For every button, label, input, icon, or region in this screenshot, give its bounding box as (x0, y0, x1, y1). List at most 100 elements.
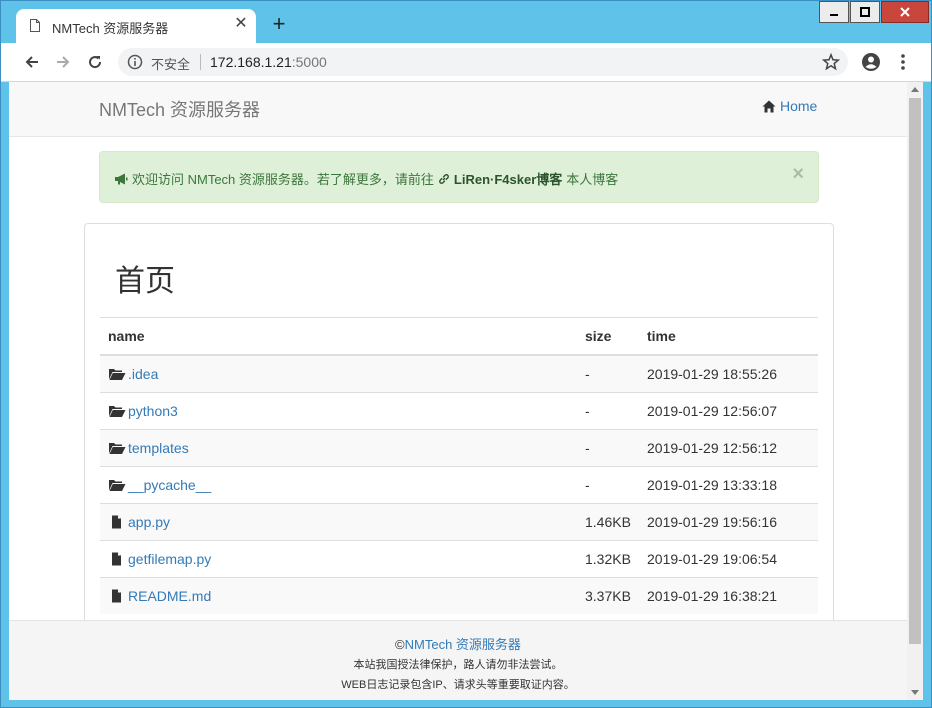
file-icon (108, 552, 128, 566)
home-label: Home (780, 98, 818, 114)
table-row[interactable]: README.md 3.37KB 2019-01-29 16:38:21 (100, 577, 818, 614)
page-title: 首页 (115, 265, 175, 298)
size-cell: 1.32KB (577, 540, 639, 578)
arrow-right-icon (57, 56, 70, 68)
folder-open-icon (108, 367, 128, 381)
title-bar: NMTech 资源服务器 ✕ + (1, 1, 931, 43)
url-text: 172.168.1.21:5000 (210, 54, 327, 70)
footer-brand-link[interactable]: NMTech 资源服务器 (405, 637, 521, 652)
blog-link[interactable]: LiRen·F4sker博客 (454, 169, 562, 188)
folder-open-icon (108, 404, 128, 418)
minimize-icon (830, 14, 838, 16)
time-cell: 2019-01-29 16:38:21 (639, 577, 818, 614)
forward-button[interactable] (52, 51, 74, 73)
file-table: name size time .idea -2019-01-29 18:55:26… (100, 317, 818, 614)
info-icon[interactable] (127, 54, 143, 70)
file-link[interactable]: getfilemap.py (128, 551, 211, 567)
maximize-button[interactable] (850, 1, 880, 23)
account-icon[interactable] (861, 52, 881, 72)
reload-button[interactable] (84, 51, 106, 73)
reload-icon (89, 56, 102, 69)
address-bar[interactable]: 不安全 172.168.1.21:5000 (118, 48, 848, 76)
table-row[interactable]: app.py 1.46KB 2019-01-29 19:56:16 (100, 503, 818, 541)
close-window-button[interactable] (881, 1, 929, 23)
window-controls (818, 1, 929, 23)
scroll-thumb[interactable] (909, 98, 921, 644)
copyright-symbol: © (395, 637, 405, 652)
vertical-scrollbar[interactable] (907, 82, 923, 700)
table-header-row: name size time (100, 317, 818, 356)
url-host: 172.168.1.21 (210, 54, 292, 70)
site-brand[interactable]: NMTech 资源服务器 (99, 96, 260, 122)
folder-open-icon (108, 441, 128, 455)
table-row[interactable]: __pycache__ -2019-01-29 13:33:18 (100, 466, 818, 504)
file-link[interactable]: .idea (128, 366, 158, 382)
name-cell-content: __pycache__ (108, 477, 569, 493)
name-cell: README.md (100, 577, 577, 614)
bullhorn-icon (114, 173, 128, 185)
name-cell-content: getfilemap.py (108, 551, 569, 567)
name-cell: __pycache__ (100, 466, 577, 504)
site-navbar: NMTech 资源服务器 Home (9, 82, 907, 137)
alert-text-before: 欢迎访问 NMTech 资源服务器。若了解更多，请前往 (132, 172, 434, 187)
more-vert-icon[interactable] (897, 52, 909, 72)
star-icon[interactable] (822, 53, 840, 71)
browser-toolbar: 不安全 172.168.1.21:5000 (1, 43, 931, 82)
footer-legal-notice: 本站我国授法律保护，路人请勿非法尝试。 (353, 659, 563, 671)
alert-text-after: 本人博客 (566, 172, 619, 187)
column-header-size: size (577, 317, 639, 356)
file-link[interactable]: python3 (128, 403, 178, 419)
file-table-body: .idea -2019-01-29 18:55:26 python3-2019-01… (100, 354, 818, 614)
table-row[interactable]: getfilemap.py 1.32KB 2019-01-29 19:06:54 (100, 540, 818, 578)
name-cell-content: templates (108, 440, 569, 456)
file-link[interactable]: README.md (128, 588, 211, 604)
maximize-icon (860, 7, 870, 17)
file-link[interactable]: templates (128, 440, 189, 456)
scroll-up-arrow-icon[interactable] (911, 87, 919, 92)
security-label: 不安全 (151, 57, 191, 72)
tab-title: NMTech 资源服务器 (52, 21, 169, 36)
link-icon (438, 173, 450, 185)
name-cell: getfilemap.py (100, 540, 577, 578)
time-cell: 2019-01-29 13:33:18 (639, 466, 818, 504)
back-button[interactable] (21, 51, 43, 73)
browser-window: NMTech 资源服务器 ✕ + 不安全 172.168.1.21:5000 N… (0, 0, 932, 708)
file-link[interactable]: app.py (128, 514, 170, 530)
time-cell: 2019-01-29 18:55:26 (639, 354, 818, 393)
browser-tab[interactable]: NMTech 资源服务器 ✕ (16, 9, 256, 43)
alert-body: 欢迎访问 NMTech 资源服务器。若了解更多，请前往 LiRen·F4sker… (114, 169, 618, 188)
footer-log-notice: WEB日志记录包含IP、请求头等重要取证内容。 (341, 679, 575, 691)
name-cell-content: README.md (108, 588, 569, 604)
name-cell: python3 (100, 392, 577, 430)
home-link[interactable]: Home (762, 98, 817, 114)
name-cell: .idea (100, 354, 577, 393)
name-cell: templates (100, 429, 577, 467)
file-icon (108, 589, 128, 603)
address-separator (200, 54, 201, 70)
column-header-time: time (639, 317, 818, 356)
page-viewport: NMTech 资源服务器 Home 欢迎访问 NMTech 资源服务器。若了解更… (9, 82, 907, 700)
file-link[interactable]: __pycache__ (128, 477, 211, 493)
tab-close-icon[interactable]: ✕ (232, 15, 250, 33)
scroll-down-arrow-icon[interactable] (911, 690, 919, 695)
name-cell: app.py (100, 503, 577, 541)
time-cell: 2019-01-29 19:56:16 (639, 503, 818, 541)
alert-close-button[interactable]: × (792, 164, 804, 184)
file-icon (108, 515, 128, 529)
url-port: :5000 (291, 54, 327, 70)
table-row[interactable]: templates -2019-01-29 12:56:12 (100, 429, 818, 467)
size-cell: 1.46KB (577, 503, 639, 541)
size-cell: 3.37KB (577, 577, 639, 614)
size-cell: - (577, 354, 639, 393)
name-cell-content: python3 (108, 403, 569, 419)
minimize-button[interactable] (819, 1, 849, 23)
table-row[interactable]: python3 -2019-01-29 12:56:07 (100, 392, 818, 430)
table-row[interactable]: .idea -2019-01-29 18:55:26 (100, 354, 818, 393)
time-cell: 2019-01-29 12:56:07 (639, 392, 818, 430)
time-cell: 2019-01-29 19:06:54 (639, 540, 818, 578)
new-tab-button[interactable]: + (269, 13, 289, 35)
content-panel: 首页 name size time .idea -2019-01-29 18:55… (84, 223, 834, 645)
footer-copyright: ©NMTech 资源服务器 (9, 634, 907, 653)
size-cell: - (577, 392, 639, 430)
size-cell: - (577, 466, 639, 504)
